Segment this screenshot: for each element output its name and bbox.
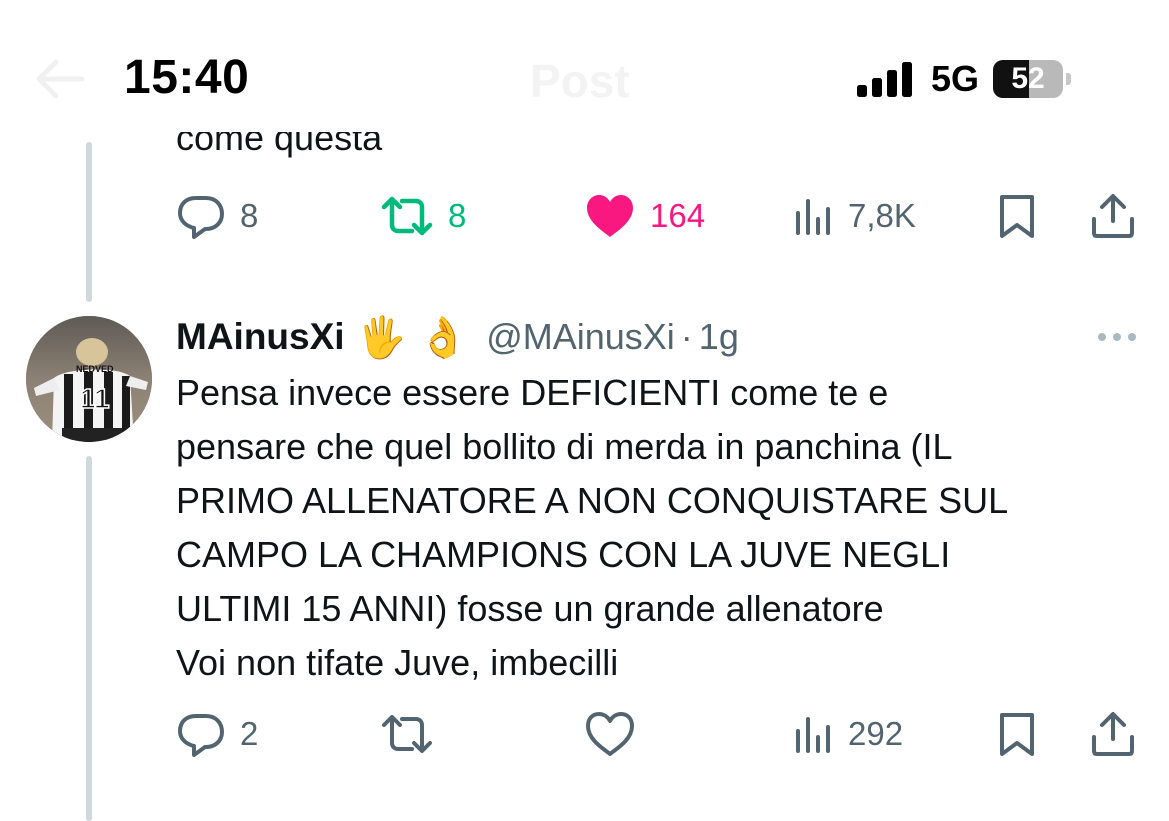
reply-bubble-icon	[178, 196, 224, 239]
retweet-arrows-icon	[381, 196, 433, 236]
reply-button[interactable]: 8	[176, 186, 258, 246]
x-thread-screen: Post 15:40 5G 52 come questa 8 8 164 7,8…	[0, 0, 1169, 821]
status-time: 15:40	[124, 51, 250, 104]
share-button[interactable]	[1088, 704, 1138, 764]
like-button[interactable]: 164	[584, 186, 705, 246]
reply-button[interactable]: 2	[176, 704, 258, 764]
thread-line-lower	[86, 456, 92, 821]
bookmark-icon	[1000, 713, 1034, 756]
separator-dot: ·	[680, 316, 693, 357]
share-upload-icon	[1092, 712, 1134, 756]
tweet-text: Pensa invece essere DEFICIENTI come te e…	[176, 372, 1009, 683]
avatar-photo: NEDVED 11	[26, 316, 152, 442]
retweet-count: 8	[448, 197, 467, 234]
bookmark-button[interactable]	[994, 186, 1040, 246]
views-count: 292	[848, 715, 904, 752]
heart-icon	[587, 195, 633, 237]
status-indicators: 5G 52	[855, 56, 1072, 102]
reply-count: 8	[240, 197, 259, 234]
bookmark-icon	[1000, 195, 1034, 238]
more-dots-icon[interactable]	[1094, 322, 1140, 352]
scroll-clip	[160, 110, 560, 132]
views-button[interactable]: 7,8K	[792, 186, 916, 246]
retweet-arrows-icon	[382, 715, 432, 753]
avatar-jersey-name: NEDVED	[76, 364, 114, 374]
back-arrow-icon[interactable]	[30, 54, 90, 104]
bookmark-button[interactable]	[994, 704, 1040, 764]
retweet-button[interactable]: 8	[380, 186, 466, 246]
like-button[interactable]	[584, 704, 636, 764]
avatar-jersey-number: 11	[80, 383, 110, 414]
reply-bubble-icon	[178, 714, 224, 757]
ok-hand-emoji: 👌	[418, 315, 469, 360]
tweet-header: MAinusXi 🖐 👌 @MAinusXi · 1g	[176, 312, 739, 362]
heart-icon	[586, 712, 634, 756]
like-count: 164	[650, 197, 706, 234]
views-button[interactable]: 292	[792, 704, 903, 764]
views-bars-icon	[796, 717, 830, 753]
views-bars-icon	[796, 199, 830, 235]
user-handle[interactable]: @MAinusXi	[486, 316, 675, 358]
hand-emoji: 🖐	[356, 315, 407, 360]
network-type: 5G	[931, 58, 980, 99]
reply-count: 2	[240, 715, 259, 752]
views-count: 7,8K	[848, 197, 916, 234]
header-title: Post	[530, 55, 630, 107]
cellular-signal-icon	[857, 62, 912, 97]
tweet-actions: 2 292	[0, 704, 1169, 764]
tweet-time[interactable]: 1g	[699, 316, 739, 358]
previous-tweet-actions: 8 8 164 7,8K	[0, 186, 1169, 246]
share-upload-icon	[1092, 194, 1134, 238]
share-button[interactable]	[1088, 186, 1138, 246]
battery-icon: 52	[993, 60, 1072, 98]
avatar[interactable]: NEDVED 11	[26, 316, 152, 442]
retweet-button[interactable]	[380, 704, 434, 764]
display-name[interactable]: MAinusXi	[176, 316, 345, 358]
battery-level: 52	[1011, 62, 1045, 95]
